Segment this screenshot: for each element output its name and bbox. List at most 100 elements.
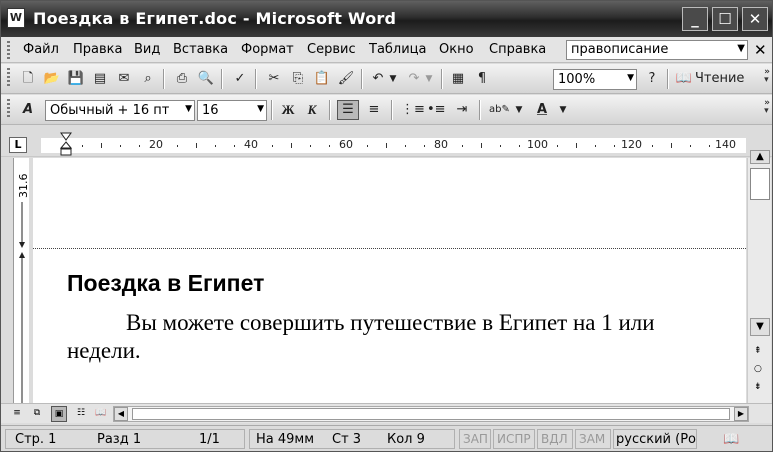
- toolbar-grip[interactable]: [7, 99, 10, 117]
- redo-icon[interactable]: ↷: [405, 70, 423, 88]
- zoom-select[interactable]: 100% ▼: [553, 69, 637, 90]
- horizontal-scroll-thumb[interactable]: [132, 408, 730, 420]
- normal-view-icon[interactable]: ≡: [9, 406, 25, 422]
- status-line: Ст 3: [332, 432, 362, 447]
- paste-icon[interactable]: 📋: [313, 70, 331, 88]
- next-page-icon[interactable]: ⇟: [754, 382, 762, 392]
- permission-icon[interactable]: ▤: [91, 70, 109, 88]
- web-layout-icon[interactable]: ⧉: [29, 406, 45, 422]
- vertical-ruler-scale[interactable]: 31.6: [13, 158, 30, 405]
- reading-view-icon[interactable]: 📖: [93, 406, 109, 422]
- menu-tools[interactable]: Сервис: [307, 42, 356, 57]
- scroll-down-button[interactable]: ▼: [750, 318, 770, 336]
- align-left-icon[interactable]: ☰: [337, 100, 359, 120]
- chevron-down-icon[interactable]: ▼: [627, 73, 634, 83]
- outline-view-icon[interactable]: ☷: [73, 406, 89, 422]
- ruler-scale[interactable]: 20 40 60 80 100 120 140: [41, 138, 746, 153]
- redo-dropdown-icon[interactable]: ▼: [423, 70, 435, 88]
- chevron-down-icon[interactable]: ▼: [185, 104, 192, 114]
- status-trk[interactable]: ИСПР: [497, 432, 531, 446]
- scroll-thumb[interactable]: [750, 168, 770, 200]
- document-paragraph[interactable]: Вы можете совершить путешествие в Египет…: [67, 308, 746, 338]
- document-heading[interactable]: Поездка в Египет: [67, 270, 264, 297]
- status-section: Разд 1: [97, 432, 142, 447]
- email-icon[interactable]: ✉: [115, 70, 133, 88]
- reading-mode-button[interactable]: Чтение: [695, 70, 747, 88]
- styles-formatting-icon[interactable]: А: [19, 101, 37, 119]
- scroll-up-button[interactable]: ▲: [750, 150, 770, 164]
- document-paragraph-continued[interactable]: недели.: [67, 338, 141, 364]
- previous-page-icon[interactable]: ⇞: [754, 346, 762, 356]
- research-icon[interactable]: ⌕: [139, 70, 157, 88]
- menu-help[interactable]: Справка: [489, 42, 546, 57]
- chevron-down-icon[interactable]: ▼: [737, 43, 745, 54]
- menu-edit[interactable]: Правка: [73, 42, 122, 57]
- open-folder-icon[interactable]: 📂: [43, 70, 61, 88]
- ruler-label: 40: [244, 138, 258, 151]
- word-window: W Поездка в Египет.doc - Microsoft Word …: [0, 0, 773, 452]
- status-ovr[interactable]: ЗАМ: [579, 432, 605, 446]
- copy-icon[interactable]: ⎘: [289, 70, 307, 88]
- vertical-scrollbar[interactable]: ▲ ▼ ⇞ ○ ⇟: [747, 150, 771, 403]
- font-size-select[interactable]: 16 ▼: [197, 100, 267, 121]
- tab-selector[interactable]: L: [9, 137, 27, 153]
- minimize-button[interactable]: _: [682, 7, 708, 31]
- menu-bar: Файл Правка Вид Вставка Формат Сервис Та…: [1, 37, 772, 63]
- show-hide-icon[interactable]: ¶: [473, 70, 491, 88]
- document-area[interactable]: Поездка в Египет Вы можете совершить пут…: [33, 158, 746, 403]
- close-button[interactable]: ✕: [742, 7, 768, 31]
- numbered-list-icon[interactable]: ⋮≡: [401, 101, 425, 119]
- scroll-right-button[interactable]: ▶: [734, 407, 748, 421]
- help-icon[interactable]: ?: [643, 70, 661, 88]
- close-document-icon[interactable]: ✕: [754, 41, 767, 59]
- print-preview-icon[interactable]: 🔍: [197, 70, 215, 88]
- toolbar-options-icon[interactable]: » ▾: [764, 99, 770, 116]
- spelling-status-icon[interactable]: 📖: [723, 432, 739, 447]
- menu-view[interactable]: Вид: [134, 42, 160, 57]
- scroll-left-button[interactable]: ◀: [114, 407, 128, 421]
- reading-layout-icon[interactable]: 📖: [675, 70, 693, 88]
- ruler-label: 20: [149, 138, 163, 151]
- italic-button[interactable]: К: [303, 101, 321, 119]
- spelling-icon[interactable]: ✓: [231, 70, 249, 88]
- ruler-label: 120: [621, 138, 642, 151]
- undo-icon[interactable]: ↶: [369, 70, 387, 88]
- status-ext[interactable]: ВДЛ: [541, 432, 568, 446]
- highlight-icon[interactable]: ab✎: [489, 101, 510, 119]
- menu-window[interactable]: Окно: [439, 42, 474, 57]
- select-browse-object-icon[interactable]: ○: [754, 364, 762, 374]
- menu-insert[interactable]: Вставка: [173, 42, 228, 57]
- chevron-down-icon[interactable]: ▼: [257, 104, 264, 114]
- status-rec[interactable]: ЗАП: [463, 432, 488, 446]
- maximize-button[interactable]: ☐: [712, 7, 738, 31]
- style-select[interactable]: Обычный + 16 пт ▼: [45, 100, 195, 121]
- tables-borders-icon[interactable]: ▦: [449, 70, 467, 88]
- toolbar-options-icon[interactable]: » ▾: [764, 68, 770, 85]
- highlight-dropdown-icon[interactable]: ▼: [513, 101, 525, 119]
- word-document-icon[interactable]: W: [7, 8, 25, 28]
- separator: [441, 69, 442, 89]
- save-icon[interactable]: 💾: [67, 70, 85, 88]
- cut-icon[interactable]: ✂: [265, 70, 283, 88]
- font-color-icon[interactable]: А: [533, 101, 551, 119]
- print-layout-icon[interactable]: ▣: [51, 406, 67, 422]
- vertical-ruler: 31.6: [9, 158, 31, 405]
- horizontal-scrollbar[interactable]: ◀ ▶: [113, 406, 749, 422]
- toolbar-grip[interactable]: [7, 68, 10, 86]
- print-icon[interactable]: ⎙: [173, 70, 191, 88]
- font-color-dropdown-icon[interactable]: ▼: [557, 101, 569, 119]
- menu-format[interactable]: Формат: [241, 42, 294, 57]
- status-language[interactable]: русский (Ро: [616, 432, 696, 447]
- menu-table[interactable]: Таблица: [369, 42, 427, 57]
- bold-button[interactable]: Ж: [279, 101, 297, 119]
- menubar-grip[interactable]: [7, 41, 10, 59]
- ask-question-box[interactable]: правописание ▼: [566, 40, 748, 60]
- undo-dropdown-icon[interactable]: ▼: [387, 70, 399, 88]
- increase-indent-icon[interactable]: ⇥: [453, 101, 471, 119]
- format-painter-icon[interactable]: 🖌: [337, 70, 355, 88]
- align-center-icon[interactable]: ≡: [365, 101, 383, 119]
- bulleted-list-icon[interactable]: •≡: [427, 101, 446, 119]
- new-document-icon[interactable]: 🗋: [19, 70, 37, 88]
- indent-marker-icon[interactable]: [60, 132, 72, 156]
- menu-file[interactable]: Файл: [23, 42, 59, 57]
